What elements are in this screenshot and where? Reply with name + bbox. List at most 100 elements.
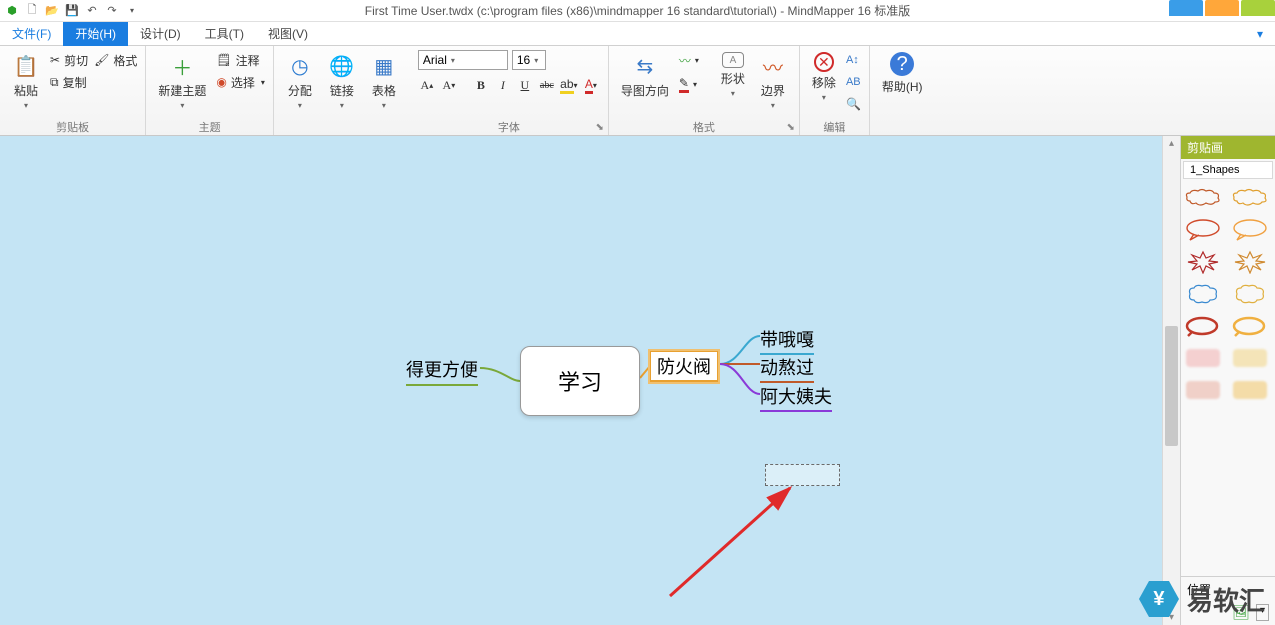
replace-button[interactable]: AB [846,72,861,92]
font-grow-button[interactable]: A▴ [418,76,436,94]
qat-new-icon[interactable]: 🗋 [24,3,40,19]
border-button[interactable]: 〰边界▾ [755,50,791,112]
qat-open-icon[interactable]: 📂 [44,3,60,19]
window-buttons [1169,0,1275,16]
node-selected[interactable]: 防火阀 [650,351,718,382]
shape-cloud-1[interactable] [1183,185,1223,211]
clipart-panel: 剪贴画 1_Shapes 位置 🖼 ▾ [1180,136,1275,625]
workspace: 得更方便 学习 防火阀 带哦嘎 动熬过 阿大姨夫 ▴ ▾ 剪贴画 1_Shape… [0,136,1275,625]
sort-button[interactable]: A↕ [846,50,861,70]
shape-thought-2[interactable] [1230,281,1270,307]
tab-file[interactable]: 文件(F) [0,22,63,46]
mindmap-canvas[interactable]: 得更方便 学习 防火阀 带哦嘎 动熬过 阿大姨夫 [0,136,1162,625]
strike-button[interactable]: abc [538,76,556,94]
qat-dropdown-icon[interactable]: ▾ [124,3,140,19]
link-button[interactable]: 🌐链接▾ [324,50,360,112]
shape-ring-2[interactable] [1230,313,1270,339]
copy-button[interactable]: ⧉复制 [50,72,88,92]
remove-icon: ✕ [814,52,834,72]
shape-speech-2[interactable] [1230,217,1270,243]
tab-view[interactable]: 视图(V) [256,22,320,46]
shape-smudge-1[interactable] [1183,345,1223,371]
shape-thought-1[interactable] [1183,281,1223,307]
tab-tools[interactable]: 工具(T) [193,22,256,46]
table-button[interactable]: ▦表格▾ [366,50,402,112]
node-center[interactable]: 学习 [520,346,640,416]
remove-button[interactable]: ✕移除▾ [808,50,840,104]
ribbon: 📋 粘贴 ▾ ✂剪切 ⧉复制 🖌格式 剪贴板 ＋ 新建主题 ▾ 🗒注释 ◉ [0,46,1275,136]
cut-button[interactable]: ✂剪切 [50,50,88,70]
direction-button[interactable]: ⇆导图方向 [617,50,673,101]
group-label-font: 字体⬊ [418,119,600,133]
font-size-select[interactable]: 16▾ [512,50,546,70]
group-label-edit: 编辑 [808,119,861,133]
bold-button[interactable]: B [472,76,490,94]
pen-icon: ✎ [679,76,689,93]
group-label-format: 格式⬊ [617,119,791,133]
group-topic: ＋ 新建主题 ▾ 🗒注释 ◉选择▾ 主题 [146,46,274,135]
format-painter-button[interactable]: 🖌格式 [94,50,137,70]
group-tools: ◷分配▾ 🌐链接▾ ▦表格▾ [274,46,410,135]
globe-icon: 🌐 [328,52,356,80]
vertical-scrollbar[interactable]: ▴ ▾ [1162,136,1180,625]
qat-save-icon[interactable]: 💾 [64,3,80,19]
search-icon: 🔍 [846,97,861,111]
shape-speech-1[interactable] [1183,217,1223,243]
scissors-icon: ✂ [50,53,60,67]
new-topic-button[interactable]: ＋ 新建主题 ▾ [154,50,210,112]
copy-icon: ⧉ [50,75,59,90]
select-button[interactable]: ◉选择▾ [216,72,265,92]
shape-smudge-3[interactable] [1183,377,1223,403]
watermark-logo-icon: ¥ [1139,579,1179,619]
line-style-button[interactable]: 〰▾ [679,50,699,70]
assign-button[interactable]: ◷分配▾ [282,50,318,112]
shape-button[interactable]: A形状▾ [717,50,749,100]
group-label-clipboard: 剪贴板 [8,119,137,133]
qat-icon-1[interactable]: ⬢ [4,3,20,19]
highlight-button[interactable]: ab▾ [560,76,578,94]
scrollbar-thumb[interactable] [1165,326,1178,446]
node-child-2[interactable]: 动熬过 [760,354,814,383]
clock-icon: ◷ [286,52,314,80]
shape-cloud-2[interactable] [1230,185,1270,211]
select-icon: ◉ [216,75,226,89]
group-font: Arial▾ 16▾ A▴ A▾ B I U abc ab▾ A▾ 字体⬊ [410,46,609,135]
shape-icon: A [722,52,744,68]
scroll-up-icon[interactable]: ▴ [1163,138,1180,149]
underline-button[interactable]: U [516,76,534,94]
window-button-3[interactable] [1241,0,1275,16]
help-button[interactable]: ?帮助(H) [878,50,927,97]
font-color-button[interactable]: A▾ [582,76,600,94]
find-button[interactable]: 🔍 [846,94,861,114]
window-button-2[interactable] [1205,0,1239,16]
note-icon: 🗒 [216,53,231,67]
ribbon-collapse-icon[interactable]: ▾ [1257,27,1263,41]
dialog-launcher-icon[interactable]: ⬊ [787,122,795,133]
line-color-button[interactable]: ✎▾ [679,74,699,94]
panel-category[interactable]: 1_Shapes [1183,161,1273,179]
paste-button[interactable]: 📋 粘贴 ▾ [8,50,44,112]
font-shrink-button[interactable]: A▾ [440,76,458,94]
shape-smudge-4[interactable] [1230,377,1270,403]
shape-ring-1[interactable] [1183,313,1223,339]
shape-burst-2[interactable] [1230,249,1270,275]
tab-home[interactable]: 开始(H) [63,22,128,46]
title-bar: ⬢ 🗋 📂 💾 ↶ ↷ ▾ First Time User.twdx (c:\p… [0,0,1275,22]
shapes-grid [1181,181,1275,576]
tab-design[interactable]: 设计(D) [128,22,193,46]
node-child-1[interactable]: 带哦嘎 [760,326,814,355]
shape-burst-1[interactable] [1183,249,1223,275]
window-button-1[interactable] [1169,0,1203,16]
node-left[interactable]: 得更方便 [406,356,478,386]
qat-redo-icon[interactable]: ↷ [104,3,120,19]
qat-undo-icon[interactable]: ↶ [84,3,100,19]
dialog-launcher-icon[interactable]: ⬊ [595,122,603,133]
italic-button[interactable]: I [494,76,512,94]
note-button[interactable]: 🗒注释 [216,50,265,70]
shape-smudge-2[interactable] [1230,345,1270,371]
watermark: ¥ 易软汇 [1139,579,1265,619]
line-icon: 〰 [679,52,691,69]
node-child-3[interactable]: 阿大姨夫 [760,383,832,412]
paste-label: 粘贴 [14,82,38,99]
font-name-select[interactable]: Arial▾ [418,50,508,70]
